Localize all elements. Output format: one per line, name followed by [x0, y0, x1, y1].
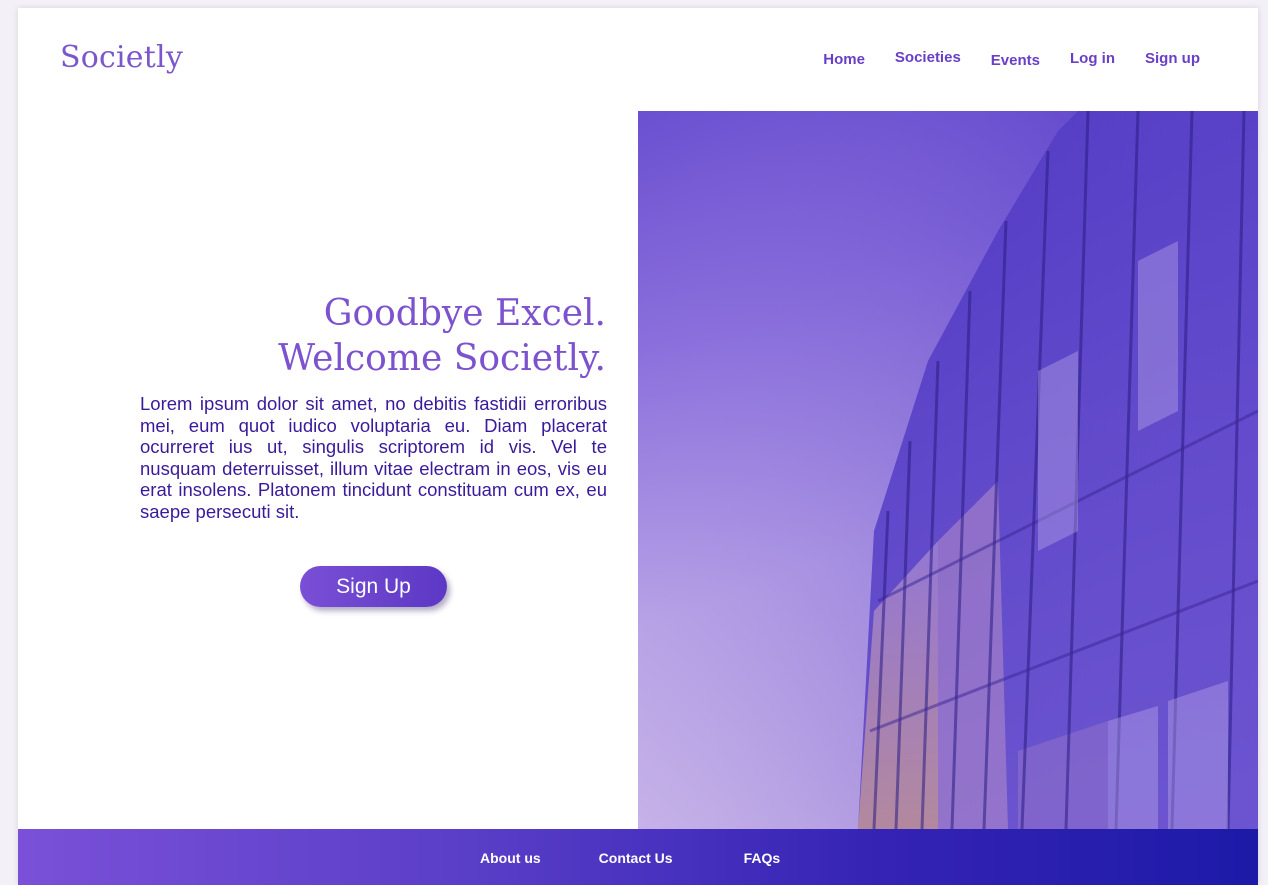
nav-login-link[interactable]: Log in — [1070, 50, 1115, 67]
footer-contact-link[interactable]: Contact Us — [599, 850, 673, 866]
hero-headline: Goodbye Excel. Welcome Societly. — [278, 291, 606, 381]
hero-description: Lorem ipsum dolor sit amet, no debitis f… — [140, 393, 607, 522]
page: Societly Home Societies Events Log in Si… — [0, 0, 1268, 885]
hero-signup-button[interactable]: Sign Up — [300, 566, 447, 607]
landing-page: Societly Home Societies Events Log in Si… — [18, 8, 1258, 885]
footer-faqs-link[interactable]: FAQs — [744, 850, 781, 866]
nav-home-link[interactable]: Home — [823, 51, 865, 68]
main-nav: Home Societies Events Log in Sign up — [793, 49, 1200, 69]
footer-links: About us Contact Us FAQs — [480, 850, 780, 866]
headline-line-2: Welcome Societly. — [278, 338, 606, 379]
site-footer: About us Contact Us FAQs — [18, 829, 1258, 885]
site-logo[interactable]: Societly — [60, 40, 183, 75]
nav-events-link[interactable]: Events — [991, 52, 1040, 69]
headline-line-1: Goodbye Excel. — [323, 293, 606, 334]
hero-building-image — [638, 111, 1258, 829]
building-illustration — [638, 111, 1258, 829]
nav-signup-link[interactable]: Sign up — [1145, 50, 1200, 67]
footer-about-link[interactable]: About us — [480, 850, 541, 866]
nav-societies-link[interactable]: Societies — [895, 49, 961, 66]
